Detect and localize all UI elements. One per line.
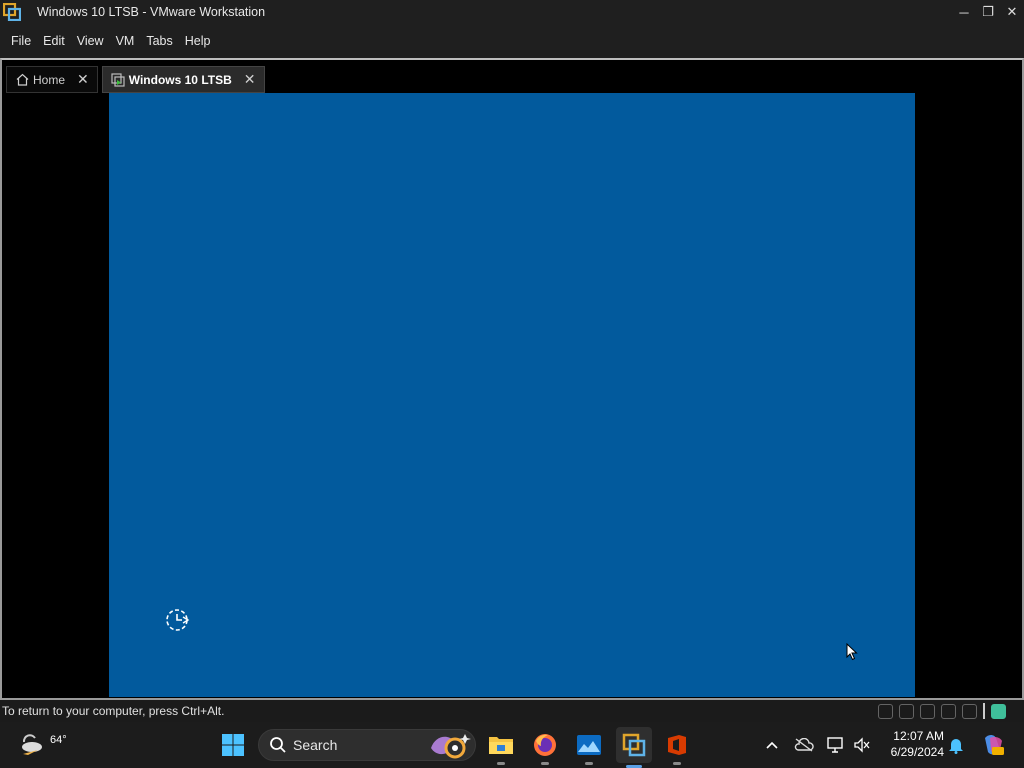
photos-icon (577, 735, 601, 755)
close-icon[interactable]: ✕ (244, 71, 256, 88)
tab-strip: Home ✕ Windows 10 LTSB ✕ (6, 66, 269, 93)
network-adapter-icon[interactable] (920, 703, 935, 719)
restore-button[interactable]: ❐ (976, 0, 1000, 24)
folder-icon (489, 737, 513, 754)
taskbar-vmware-workstation[interactable] (616, 727, 652, 768)
vm-icon (111, 72, 125, 87)
weather-widget[interactable]: 64° (18, 728, 67, 762)
menu-view[interactable]: View (71, 31, 110, 51)
running-indicator (541, 762, 549, 765)
tab-vm-label: Windows 10 LTSB (128, 72, 232, 87)
menu-tabs[interactable]: Tabs (140, 31, 178, 51)
mouse-cursor-icon (846, 642, 858, 661)
clock-date: 6/29/2024 (890, 745, 944, 759)
tab-home-label: Home (33, 72, 66, 87)
tab-windows-10-ltsb[interactable]: Windows 10 LTSB ✕ (101, 66, 265, 93)
usb-icon[interactable] (941, 703, 956, 719)
partly-cloudy-icon (22, 734, 42, 755)
windows-logo-icon (222, 734, 244, 756)
minimize-button[interactable]: ─ (952, 0, 976, 24)
taskbar-office[interactable] (662, 730, 692, 765)
message-log-icon[interactable] (991, 703, 1006, 719)
status-bar: To return to your computer, press Ctrl+A… (0, 700, 1024, 722)
menu-file[interactable]: File (5, 31, 37, 51)
menu-vm[interactable]: VM (110, 31, 141, 51)
copilot-icon[interactable] (980, 732, 1006, 758)
search-label: Search (293, 737, 338, 753)
taskbar-search[interactable]: Search (258, 729, 476, 761)
divider (983, 703, 985, 719)
vm-frame: Home ✕ Windows 10 LTSB ✕ (0, 58, 1024, 700)
weather-temp: 64° (50, 734, 67, 746)
volume-muted-icon[interactable] (852, 735, 872, 755)
start-button[interactable] (218, 730, 248, 760)
vmware-app-icon[interactable] (2, 2, 22, 22)
sound-icon[interactable] (962, 703, 977, 719)
clock-time: 12:07 AM (893, 729, 944, 743)
hard-disk-icon[interactable] (878, 703, 893, 719)
firefox-icon (534, 734, 556, 756)
running-indicator (585, 762, 593, 765)
onedrive-icon[interactable] (794, 735, 814, 755)
taskbar-firefox[interactable] (530, 730, 560, 765)
cd-dvd-icon[interactable] (899, 703, 914, 719)
home-icon (15, 73, 29, 87)
close-icon[interactable]: ✕ (77, 71, 89, 88)
running-indicator (497, 762, 505, 765)
system-clock[interactable]: 12:07 AM 6/29/2024 (882, 728, 944, 760)
network-icon[interactable] (826, 735, 846, 755)
running-indicator (673, 762, 681, 765)
tab-home[interactable]: Home ✕ (6, 66, 98, 93)
menu-edit[interactable]: Edit (37, 31, 71, 51)
loading-spinner-icon (165, 607, 191, 633)
taskbar: 64° Search 12:07 AM 6/29/2024 (0, 722, 1024, 768)
status-message: To return to your computer, press Ctrl+A… (2, 704, 225, 718)
office-icon (668, 735, 686, 755)
window-title: Windows 10 LTSB - VMware Workstation (37, 5, 266, 19)
vm-display[interactable] (109, 93, 915, 697)
close-button[interactable]: ✕ (1000, 0, 1024, 24)
title-bar: Windows 10 LTSB - VMware Workstation ─ ❐… (0, 0, 1024, 24)
menu-bar: File Edit View VM Tabs Help (0, 24, 1024, 58)
vmware-icon (622, 733, 646, 757)
taskbar-photos[interactable] (574, 730, 604, 765)
show-hidden-icons-chevron-icon[interactable] (762, 735, 782, 755)
search-icon (270, 737, 286, 753)
notification-bell-icon[interactable] (946, 735, 966, 755)
menu-help[interactable]: Help (179, 31, 217, 51)
search-highlight-icon (431, 734, 471, 759)
taskbar-file-explorer[interactable] (486, 730, 516, 765)
device-status-icons (878, 703, 1006, 719)
